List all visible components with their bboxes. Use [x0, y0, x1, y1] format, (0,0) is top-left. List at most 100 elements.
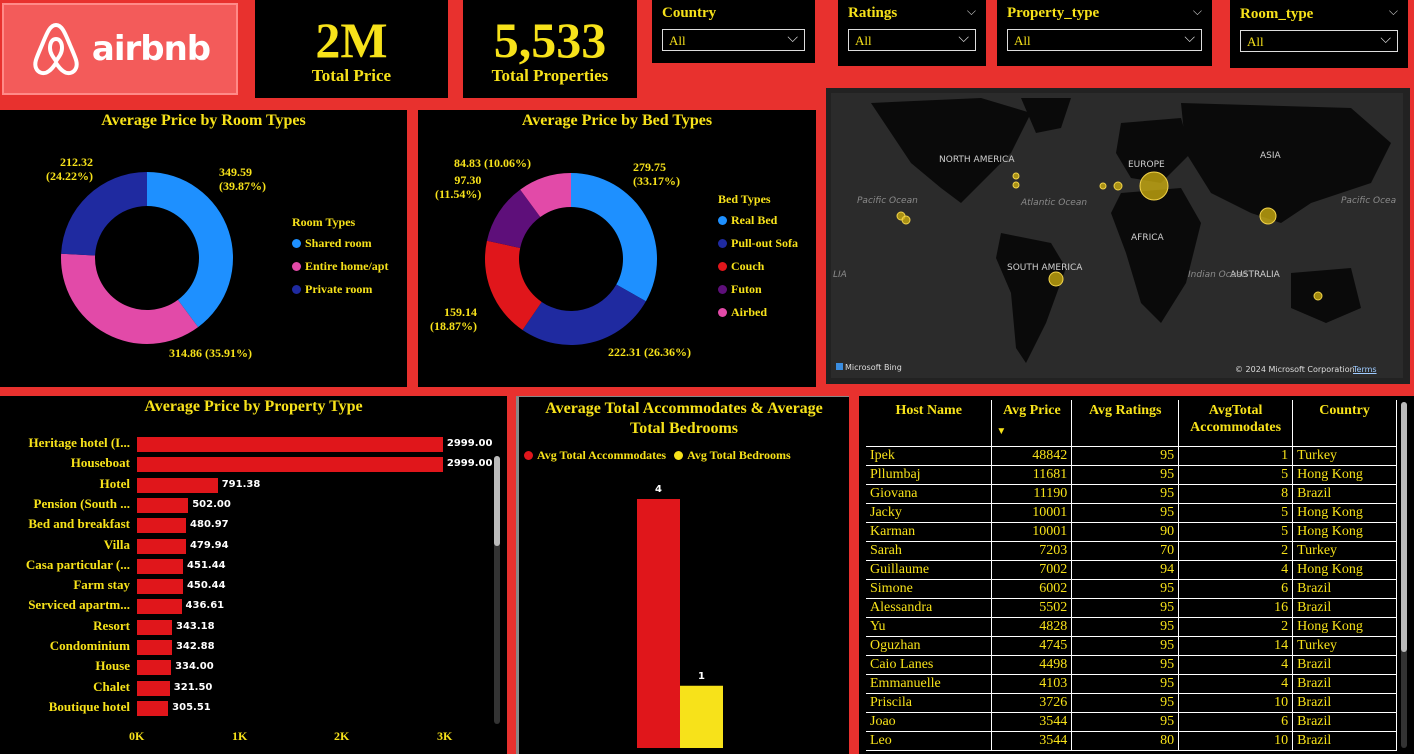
slicer-property-type[interactable]: Property_type ⌵ All ⌵ — [997, 0, 1212, 66]
slicer-ratings[interactable]: Ratings ⌵ All ⌵ — [838, 0, 986, 66]
data-label: 791.38 — [221, 478, 261, 490]
bar[interactable] — [137, 619, 172, 635]
donut-slice[interactable] — [61, 172, 147, 256]
map-terms-link[interactable]: Terms — [1353, 365, 1377, 374]
table-row[interactable]: Yu 4828 95 2 Hong Kong — [866, 617, 1397, 637]
bar-row: Serviced apartm... 436.61 — [0, 596, 507, 616]
chart-scrollbar[interactable] — [494, 456, 500, 724]
bar-row: Bed and breakfast 480.97 — [0, 515, 507, 535]
donut-slice[interactable] — [147, 172, 233, 328]
bar[interactable] — [637, 499, 680, 748]
brand-wordmark: airbnb — [91, 29, 211, 69]
chevron-down-icon: ⌵ — [1380, 31, 1391, 47]
column-header-country[interactable]: Country — [1292, 400, 1397, 447]
data-label: 84.83 (10.06%) — [454, 156, 531, 170]
map-point — [1113, 181, 1123, 191]
table-cell: 5502 — [991, 598, 1073, 618]
bar[interactable] — [137, 640, 172, 655]
category-label: Resort — [93, 617, 130, 633]
table-row[interactable]: Jacky 10001 95 5 Hong Kong — [866, 503, 1397, 523]
legend-item[interactable]: Shared room — [292, 236, 388, 251]
table-cell: Emmanuelle — [866, 674, 993, 694]
bar[interactable] — [137, 558, 184, 574]
legend-item[interactable]: Futon — [718, 282, 798, 297]
bing-logo: Microsoft Bing — [836, 363, 902, 372]
column-header-host-name[interactable]: Host Name — [866, 400, 993, 447]
chevron-down-icon: ⌵ — [958, 30, 969, 46]
bar[interactable] — [137, 457, 443, 473]
data-label: 4 — [655, 484, 662, 495]
bed-types-legend: Bed Types Real Bed Pull-out Sofa Couch F… — [718, 192, 798, 328]
bar[interactable] — [680, 685, 723, 748]
table-row[interactable]: Giovana 11190 95 8 Brazil — [866, 484, 1397, 504]
table-row[interactable]: Karman 10001 90 5 Hong Kong — [866, 522, 1397, 542]
legend-item[interactable]: Real Bed — [718, 213, 798, 228]
bar[interactable] — [137, 538, 186, 554]
slicer-room-type[interactable]: Room_type ⌵ All ⌵ — [1230, 0, 1408, 68]
accommodates-bars: 41 — [637, 484, 723, 748]
slicer-country-dropdown[interactable]: All ⌵ — [662, 29, 805, 51]
donut-slice[interactable] — [522, 284, 646, 345]
table-row[interactable]: Priscila 3726 95 10 Brazil — [866, 693, 1397, 713]
slicer-ratings-dropdown[interactable]: All ⌵ — [848, 29, 976, 51]
table-row[interactable]: Pllumbaj 11681 95 5 Hong Kong — [866, 465, 1397, 485]
data-label: 480.97 — [190, 519, 229, 531]
table-cell: 5 — [1178, 503, 1294, 523]
bar[interactable] — [137, 497, 189, 513]
bar[interactable] — [137, 437, 443, 452]
map-points[interactable] — [826, 88, 1410, 384]
data-label: 1 — [698, 671, 705, 682]
legend-item[interactable]: Airbed — [718, 305, 798, 320]
column-header-avg-accommodates[interactable]: AvgTotal Accommodates — [1178, 400, 1294, 447]
bar[interactable] — [137, 477, 218, 493]
legend-item[interactable]: Couch — [718, 259, 798, 274]
bar[interactable] — [137, 518, 187, 534]
legend-item[interactable]: Pull-out Sofa — [718, 236, 798, 251]
legend-item[interactable]: Entire home/apt — [292, 259, 388, 274]
bar[interactable] — [137, 579, 183, 595]
slicer-property-type-dropdown[interactable]: All ⌵ — [1007, 29, 1202, 51]
table-row[interactable]: Joao 3544 95 6 Brazil — [866, 712, 1397, 732]
category-label: House — [95, 658, 130, 674]
table-row[interactable]: Emmanuelle 4103 95 4 Brazil — [866, 674, 1397, 694]
table-scrollbar[interactable] — [1401, 402, 1407, 748]
scrollbar-thumb[interactable] — [1401, 402, 1407, 652]
bar[interactable] — [137, 700, 169, 716]
category-label: Heritage hotel (I... — [28, 435, 130, 450]
legend-item[interactable]: Private room — [292, 282, 388, 297]
table-row[interactable]: Oguzhan 4745 95 14 Turkey — [866, 636, 1397, 656]
donut-slice[interactable] — [571, 173, 657, 302]
table-row[interactable]: Simone 6002 95 6 Brazil — [866, 579, 1397, 599]
column-header-avg-ratings[interactable]: Avg Ratings — [1071, 400, 1180, 447]
table-cell: Priscila — [866, 693, 993, 713]
table-cell: Leo — [866, 731, 993, 751]
table-row[interactable]: Caio Lanes 4498 95 4 Brazil — [866, 655, 1397, 675]
table-cell: Brazil — [1292, 579, 1397, 599]
chevron-down-icon[interactable]: ⌵ — [1389, 4, 1398, 19]
host-table-grid: Host Name Avg Price ▼ Avg Ratings AvgTot… — [866, 400, 1397, 751]
legend-title: Bed Types — [718, 192, 771, 206]
chevron-down-icon[interactable]: ⌵ — [967, 4, 976, 19]
bar[interactable] — [137, 660, 172, 676]
slicer-country[interactable]: Country All ⌵ — [652, 0, 815, 63]
donut-slice[interactable] — [61, 253, 199, 344]
map-visual[interactable]: NORTH AMERICA EUROPE ASIA AFRICA SOUTH A… — [826, 88, 1410, 384]
slicer-property-type-value: All — [1014, 33, 1031, 48]
scrollbar-thumb[interactable] — [494, 456, 500, 546]
column-header-avg-price[interactable]: Avg Price ▼ — [991, 400, 1073, 447]
table-row[interactable]: Alessandra 5502 95 16 Brazil — [866, 598, 1397, 618]
table-row[interactable]: Leo 3544 80 10 Brazil — [866, 731, 1397, 751]
table-row[interactable]: Guillaume 7002 94 4 Hong Kong — [866, 560, 1397, 580]
slicer-room-type-dropdown[interactable]: All ⌵ — [1240, 30, 1398, 52]
map-point — [901, 215, 911, 225]
bar[interactable] — [137, 599, 182, 615]
bar[interactable] — [137, 680, 170, 696]
table-row[interactable]: Ipek 48842 95 1 Turkey — [866, 446, 1397, 466]
table-row[interactable]: Sarah 7203 70 2 Turkey — [866, 541, 1397, 561]
bar-row: Villa 479.94 — [0, 536, 507, 556]
chevron-down-icon[interactable]: ⌵ — [1193, 4, 1202, 19]
chart-property-type-title: Average Price by Property Type — [144, 398, 363, 415]
data-label: 479.94 — [189, 539, 229, 551]
sort-desc-icon[interactable]: ▼ — [996, 423, 1067, 440]
chevron-down-icon: ⌵ — [787, 30, 798, 46]
